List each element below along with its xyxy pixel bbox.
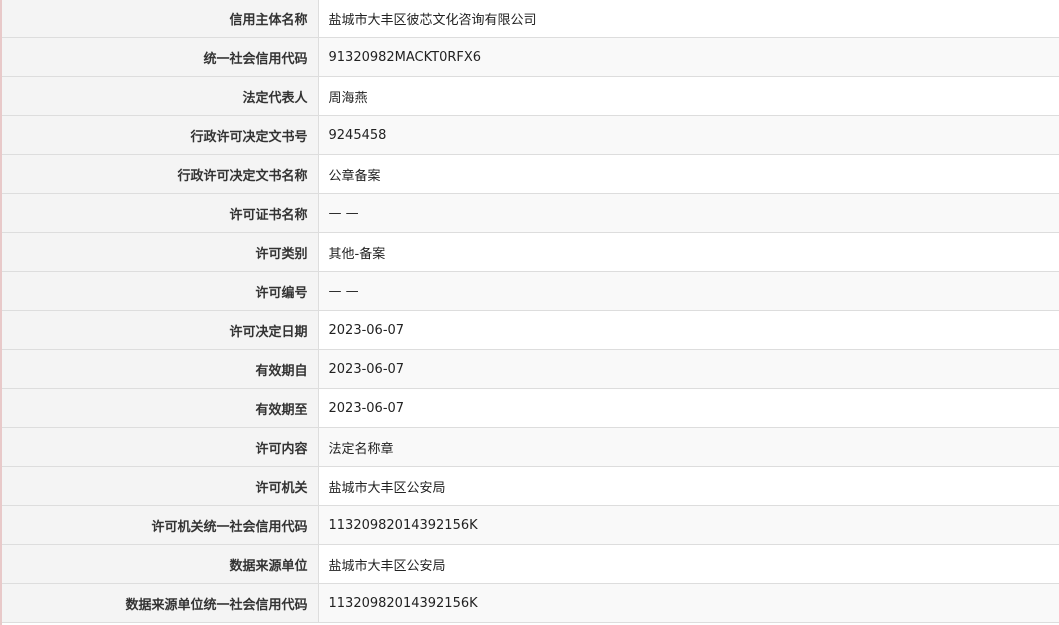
table-row: 统一社会信用代码 91320982MACKT0RFX6 bbox=[2, 37, 1059, 77]
row-value-decision-document-name: 公章备案 bbox=[318, 154, 1059, 194]
license-info-table: 信用主体名称 盐城市大丰区彼芯文化咨询有限公司 统一社会信用代码 9132098… bbox=[2, 0, 1059, 623]
row-value-decision-date: 2023-06-07 bbox=[318, 310, 1059, 350]
license-detail-panel: 信用主体名称 盐城市大丰区彼芯文化咨询有限公司 统一社会信用代码 9132098… bbox=[0, 0, 1059, 625]
row-value-license-number: — — bbox=[318, 271, 1059, 311]
table-row: 许可机关 盐城市大丰区公安局 bbox=[2, 466, 1059, 506]
row-label-valid-to: 有效期至 bbox=[2, 388, 319, 428]
table-row: 许可编号 — — bbox=[2, 271, 1059, 311]
row-value-valid-from: 2023-06-07 bbox=[318, 349, 1059, 389]
row-label-credit-subject-name: 信用主体名称 bbox=[2, 0, 319, 38]
table-row: 有效期自 2023-06-07 bbox=[2, 349, 1059, 389]
table-row: 许可机关统一社会信用代码 11320982014392156K bbox=[2, 505, 1059, 545]
row-label-decision-document-name: 行政许可决定文书名称 bbox=[2, 154, 319, 194]
row-label-unified-credit-code: 统一社会信用代码 bbox=[2, 37, 319, 77]
row-value-credit-subject-name: 盐城市大丰区彼芯文化咨询有限公司 bbox=[318, 0, 1059, 38]
row-label-authority-credit-code: 许可机关统一社会信用代码 bbox=[2, 505, 319, 545]
table-row: 数据来源单位 盐城市大丰区公安局 bbox=[2, 544, 1059, 584]
row-label-licensing-authority: 许可机关 bbox=[2, 466, 319, 506]
row-value-valid-to: 2023-06-07 bbox=[318, 388, 1059, 428]
table-row: 有效期至 2023-06-07 bbox=[2, 388, 1059, 428]
row-label-certificate-name: 许可证书名称 bbox=[2, 193, 319, 233]
table-row: 数据来源单位统一社会信用代码 11320982014392156K bbox=[2, 583, 1059, 623]
row-value-authority-credit-code: 11320982014392156K bbox=[318, 505, 1059, 545]
table-row: 许可内容 法定名称章 bbox=[2, 427, 1059, 467]
table-row: 许可决定日期 2023-06-07 bbox=[2, 310, 1059, 350]
table-row: 许可证书名称 — — bbox=[2, 193, 1059, 233]
row-value-license-content: 法定名称章 bbox=[318, 427, 1059, 467]
row-label-decision-document-number: 行政许可决定文书号 bbox=[2, 115, 319, 155]
row-value-license-category: 其他-备案 bbox=[318, 232, 1059, 272]
row-label-license-number: 许可编号 bbox=[2, 271, 319, 311]
row-label-legal-representative: 法定代表人 bbox=[2, 76, 319, 116]
row-label-data-source-credit-code: 数据来源单位统一社会信用代码 bbox=[2, 583, 319, 623]
table-row: 行政许可决定文书号 9245458 bbox=[2, 115, 1059, 155]
table-row: 许可类别 其他-备案 bbox=[2, 232, 1059, 272]
row-value-certificate-name: — — bbox=[318, 193, 1059, 233]
row-label-license-category: 许可类别 bbox=[2, 232, 319, 272]
row-value-legal-representative: 周海燕 bbox=[318, 76, 1059, 116]
row-value-data-source-credit-code: 11320982014392156K bbox=[318, 583, 1059, 623]
row-label-data-source-unit: 数据来源单位 bbox=[2, 544, 319, 584]
row-value-data-source-unit: 盐城市大丰区公安局 bbox=[318, 544, 1059, 584]
table-row: 行政许可决定文书名称 公章备案 bbox=[2, 154, 1059, 194]
row-value-licensing-authority: 盐城市大丰区公安局 bbox=[318, 466, 1059, 506]
row-label-license-content: 许可内容 bbox=[2, 427, 319, 467]
row-value-unified-credit-code: 91320982MACKT0RFX6 bbox=[318, 37, 1059, 77]
row-label-valid-from: 有效期自 bbox=[2, 349, 319, 389]
table-row: 信用主体名称 盐城市大丰区彼芯文化咨询有限公司 bbox=[2, 0, 1059, 38]
row-label-decision-date: 许可决定日期 bbox=[2, 310, 319, 350]
table-row: 法定代表人 周海燕 bbox=[2, 76, 1059, 116]
row-value-decision-document-number: 9245458 bbox=[318, 115, 1059, 155]
